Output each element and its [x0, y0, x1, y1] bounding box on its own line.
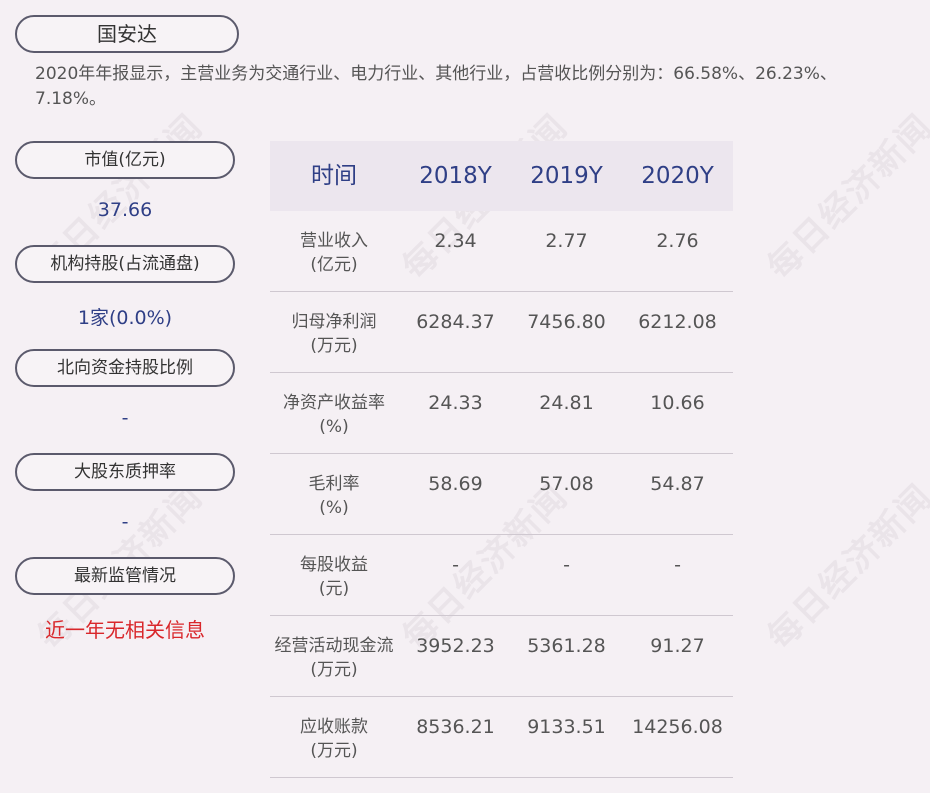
row-label: 应收账款 (万元) [300, 717, 368, 761]
institution-holding-value: 1家(0.0%) [77, 307, 173, 329]
table-cell: 3952.23 [416, 635, 495, 657]
header-2019: 2019Y [530, 163, 603, 189]
row-label: 营业收入 (亿元) [300, 231, 368, 275]
row-label: 净资产收益率 (%) [283, 393, 385, 437]
row-label: 经营活动现金流 (万元) [274, 636, 394, 680]
table-row: 应收账款 (万元) 8536.21 9133.51 14256.08 [270, 697, 733, 778]
market-cap-value: 37.66 [97, 199, 153, 221]
table-row: 每股收益 (元) - - - [270, 535, 733, 616]
table-cell: 24.81 [539, 392, 594, 414]
header-2020: 2020Y [641, 163, 714, 189]
watermark: 每日经济新闻 [759, 476, 930, 658]
table-cell: 91.27 [650, 635, 705, 657]
header-2018: 2018Y [419, 163, 492, 189]
table-row: 归母净利润 (万元) 6284.37 7456.80 6212.08 [270, 292, 733, 373]
row-label: 归母净利润 (万元) [291, 312, 377, 356]
table-cell: 6212.08 [638, 311, 717, 333]
table-cell: 2.76 [656, 230, 699, 252]
table-cell: - [452, 554, 459, 576]
table-cell: 2.34 [434, 230, 477, 252]
table-cell: 7456.80 [527, 311, 606, 333]
table-cell: 8536.21 [416, 716, 495, 738]
institution-holding-label: 机构持股(占流通盘) [15, 245, 235, 283]
table-cell: - [674, 554, 681, 576]
regulation-status-value: 近一年无相关信息 [45, 618, 205, 642]
table-cell: 10.66 [650, 392, 705, 414]
market-cap-label: 市值(亿元) [15, 141, 235, 179]
table-cell: 2.77 [545, 230, 588, 252]
table-cell: 57.08 [539, 473, 594, 495]
table-row: 营业收入 (亿元) 2.34 2.77 2.76 [270, 211, 733, 292]
table-cell: - [563, 554, 570, 576]
table-row: 净资产收益率 (%) 24.33 24.81 10.66 [270, 373, 733, 454]
table-cell: 14256.08 [632, 716, 723, 738]
northbound-holding-value: - [121, 407, 129, 429]
table-cell: 6284.37 [416, 311, 495, 333]
company-name: 国安达 [15, 15, 239, 53]
table-cell: 54.87 [650, 473, 705, 495]
table-header: 时间 2018Y 2019Y 2020Y [270, 141, 733, 211]
pledge-ratio-value: - [121, 511, 129, 533]
table-row: 经营活动现金流 (万元) 3952.23 5361.28 91.27 [270, 616, 733, 697]
table-cell: 9133.51 [527, 716, 606, 738]
watermark: 每日经济新闻 [759, 106, 930, 288]
header-time: 时间 [311, 163, 357, 189]
table-cell: 58.69 [428, 473, 483, 495]
northbound-holding-label: 北向资金持股比例 [15, 349, 235, 387]
table-cell: 5361.28 [527, 635, 606, 657]
table-cell: 24.33 [428, 392, 483, 414]
row-label: 毛利率 (%) [308, 474, 360, 518]
row-label: 每股收益 (元) [300, 555, 368, 599]
table-row: 毛利率 (%) 58.69 57.08 54.87 [270, 454, 733, 535]
regulation-status-label: 最新监管情况 [15, 557, 235, 595]
pledge-ratio-label: 大股东质押率 [15, 453, 235, 491]
business-summary: 2020年年报显示，主营业务为交通行业、电力行业、其他行业，占营收比例分别为：6… [35, 64, 837, 109]
